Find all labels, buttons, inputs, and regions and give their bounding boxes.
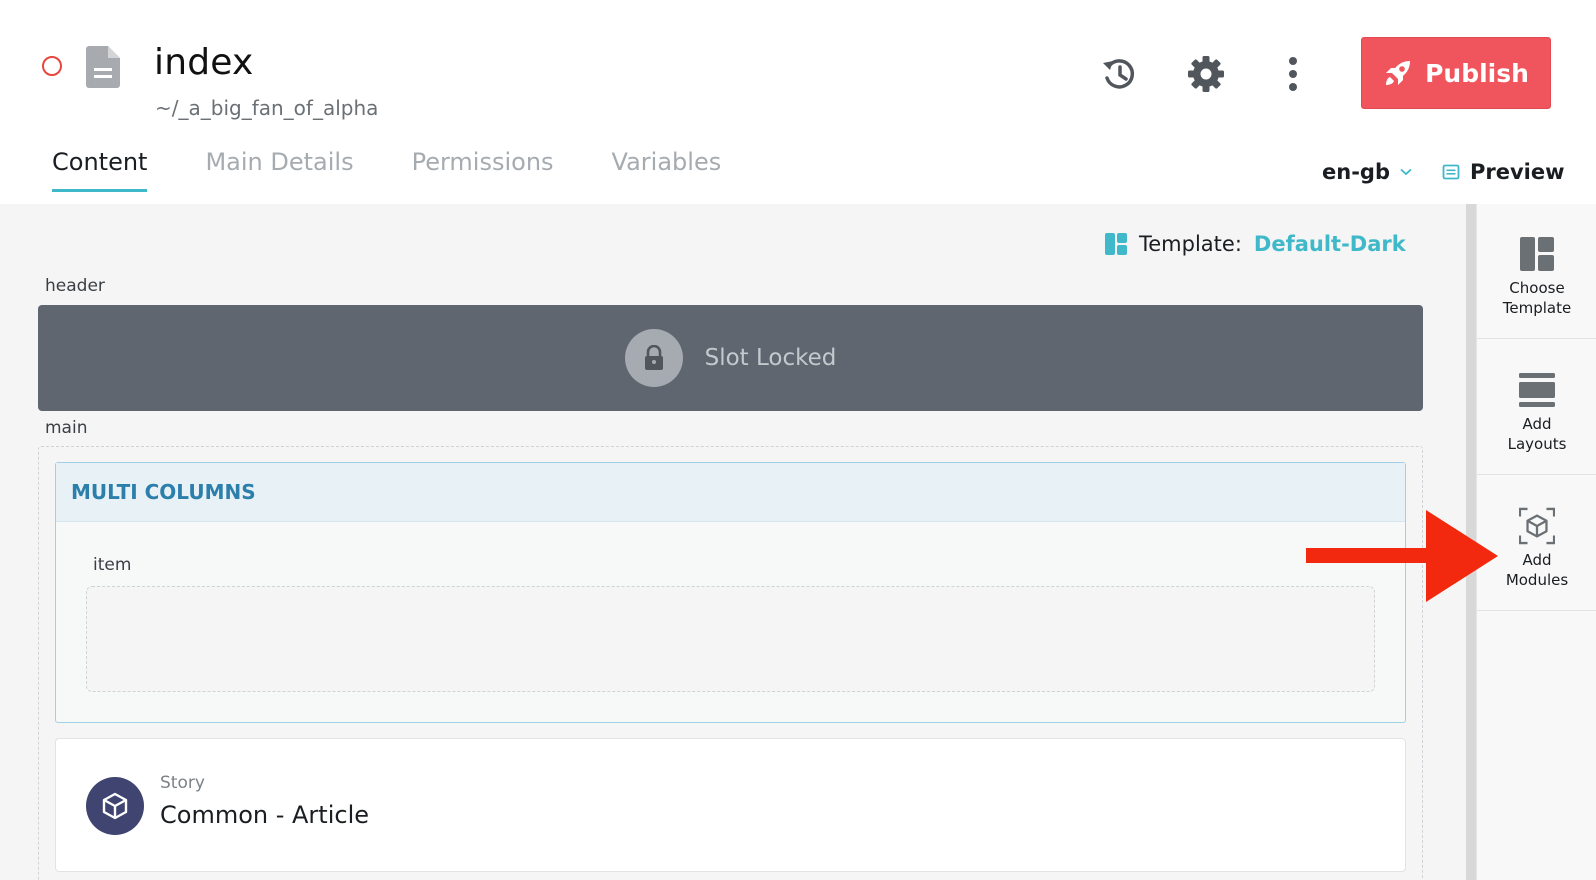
slot-locked-text: Slot Locked <box>704 345 837 371</box>
page-header: index ~/_a_big_fan_of_alpha Publish Cont… <box>0 0 1596 204</box>
locale-select[interactable]: en-gb <box>1322 160 1412 184</box>
add-layouts-label-2: Layouts <box>1507 435 1567 453</box>
add-layouts-label-1: Add <box>1522 415 1552 433</box>
publish-label: Publish <box>1425 58 1529 88</box>
template-indicator: Template: Default-Dark <box>1105 232 1406 256</box>
tab-main-details[interactable]: Main Details <box>205 148 353 192</box>
story-name: Common - Article <box>160 801 370 829</box>
choose-template-button[interactable]: Choose Template <box>1477 204 1596 339</box>
layouts-icon <box>1519 372 1555 408</box>
story-module-card[interactable]: Story Common - Article <box>55 738 1406 872</box>
header-slot-locked: Slot Locked <box>38 305 1423 411</box>
add-modules-label-1: Add <box>1522 551 1552 569</box>
cube-icon <box>86 777 144 835</box>
preview-icon <box>1442 164 1460 180</box>
document-icon <box>86 46 120 88</box>
tab-variables[interactable]: Variables <box>612 148 722 192</box>
lock-icon <box>624 329 683 387</box>
annotation-arrow-icon <box>1306 510 1498 602</box>
choose-template-label-1: Choose <box>1509 279 1565 297</box>
tab-permissions[interactable]: Permissions <box>412 148 554 192</box>
template-name-link[interactable]: Default-Dark <box>1254 232 1406 256</box>
kebab-menu-icon[interactable] <box>1271 52 1315 96</box>
page-title: index <box>154 42 254 83</box>
chevron-down-icon <box>1400 168 1412 176</box>
status-dot-icon <box>42 56 62 76</box>
multi-columns-header: MULTI COLUMNS <box>56 463 1405 522</box>
locale-value: en-gb <box>1322 160 1390 184</box>
tab-bar: Content Main Details Permissions Variabl… <box>52 148 721 192</box>
story-type-label: Story <box>160 773 205 793</box>
tab-content[interactable]: Content <box>52 148 148 192</box>
template-layout-icon <box>1519 236 1555 272</box>
page-path: ~/_a_big_fan_of_alpha <box>155 96 379 120</box>
item-drop-zone[interactable] <box>86 586 1375 692</box>
choose-template-label-2: Template <box>1502 299 1572 317</box>
add-modules-label-2: Modules <box>1505 571 1569 589</box>
main-slot-label: main <box>45 418 88 438</box>
publish-button[interactable]: Publish <box>1361 37 1551 109</box>
item-slot-label: item <box>93 555 132 575</box>
preview-button[interactable]: Preview <box>1442 160 1565 184</box>
header-slot-label: header <box>45 276 105 296</box>
modules-icon <box>1519 507 1555 545</box>
template-prefix: Template: <box>1139 232 1242 256</box>
template-icon <box>1105 233 1127 255</box>
rocket-icon <box>1386 61 1411 85</box>
preview-label: Preview <box>1470 160 1565 184</box>
history-icon[interactable] <box>1097 52 1141 96</box>
multi-columns-layout[interactable]: MULTI COLUMNS item <box>55 462 1406 723</box>
gear-icon[interactable] <box>1184 52 1228 96</box>
add-layouts-button[interactable]: Add Layouts <box>1477 340 1596 475</box>
